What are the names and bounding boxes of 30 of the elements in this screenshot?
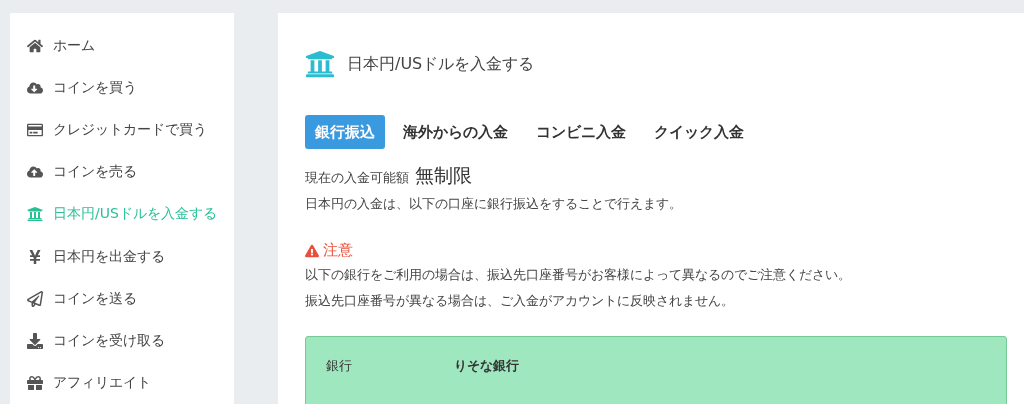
sidebar-item[interactable]: クレジットカードで買う: [10, 109, 234, 152]
gift-icon: [26, 374, 43, 391]
sidebar-item[interactable]: アフィリエイト: [10, 361, 234, 404]
notice-text: 振込先口座番号が異なる場合は、ご入金がアカウントに反映されません。: [305, 292, 735, 310]
sidebar-item[interactable]: コインを受け取る: [10, 319, 234, 362]
page-title: 日本円/USドルを入金する: [347, 53, 535, 75]
credit-card-icon: [26, 122, 43, 139]
sidebar-item[interactable]: ホーム: [10, 25, 234, 68]
limit-value: 無制限: [415, 163, 472, 188]
notice-title: 注意: [323, 241, 353, 260]
sidebar-item[interactable]: コインを買う: [10, 67, 234, 110]
description-text: 日本円の入金は、以下の口座に銀行振込をすることで行えます。: [305, 195, 683, 213]
bank-icon: [26, 206, 43, 223]
cloud-upload-icon: [26, 164, 43, 181]
download-icon: [26, 332, 43, 349]
sidebar-item[interactable]: 日本円を出金する: [10, 235, 234, 278]
tab[interactable]: クイック入金: [644, 115, 754, 149]
sidebar-item[interactable]: コインを送る: [10, 277, 234, 320]
sidebar-item[interactable]: コインを売る: [10, 151, 234, 194]
account-label: 銀行: [326, 357, 353, 375]
home-icon: [26, 38, 43, 55]
cloud-download-icon: [26, 80, 43, 97]
warning-icon: [305, 243, 319, 258]
tab[interactable]: 海外からの入金: [393, 115, 518, 149]
limit-label: 現在の入金可能額: [305, 169, 409, 187]
notice-text: 以下の銀行をご利用の場合は、振込先口座番号がお客様によって異なるのでご注意ください。: [305, 266, 852, 284]
account-value: りそな銀行: [454, 357, 519, 375]
tab[interactable]: コンビニ入金: [526, 115, 636, 149]
paper-plane-icon: [26, 290, 43, 307]
bank-icon: [305, 49, 335, 79]
